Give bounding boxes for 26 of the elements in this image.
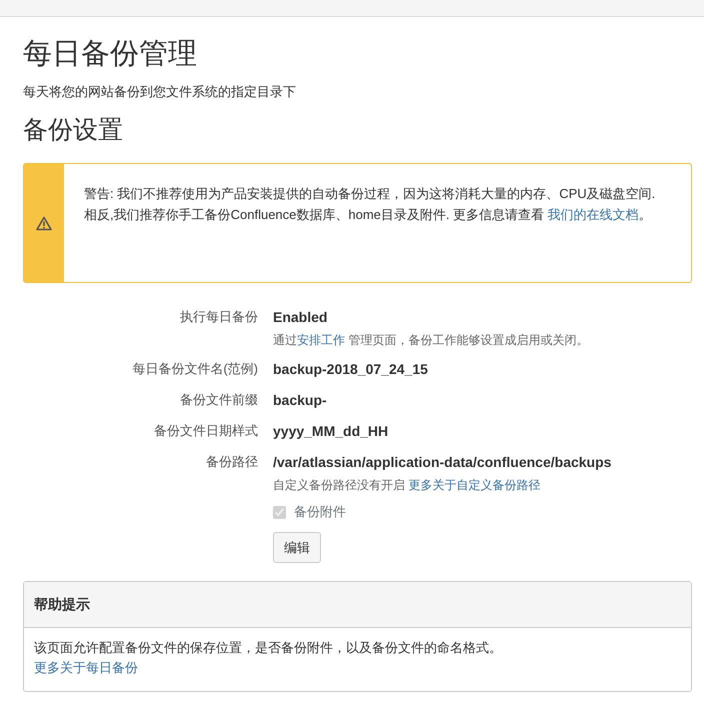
warning-text: 相反,我们推荐你手工备份Confluence数据库、home目录及附件. 更多信息请查看 我们的在线文档。 (84, 206, 653, 224)
page-description: 每天将您的网站备份到您文件系统的指定目录下 (23, 82, 297, 101)
help-text: 自定义备份路径没有开启 更多关于自定义备份路径 (273, 477, 542, 494)
help-text: 通过安排工作 管理页面，备份工作能够设置成启用或关闭。 (273, 332, 588, 350)
field-label: 每日备份文件名(范例) (131, 360, 259, 378)
field-label: 备份文件前缀 (179, 391, 259, 410)
warning-text: 警告: 我们不推荐使用为产品安装提供的自动备份过程，因为这将消耗大量的内存、CPU及磁盘空间. (84, 185, 656, 204)
field-label: 备份路径 (205, 453, 259, 472)
field-value: /var/atlassian/application-data/confluence/backups (273, 453, 612, 472)
warning-icon (36, 216, 52, 231)
link[interactable]: 安排工作 (297, 333, 345, 348)
field-label: 备份文件日期样式 (153, 422, 259, 440)
field-value: yyyy_MM_dd_HH (273, 422, 388, 442)
section-title: 备份设置 (23, 115, 124, 146)
field-label: 执行每日备份 (179, 308, 259, 326)
link[interactable]: 更多关于每日备份 (34, 660, 138, 676)
checkbox-label: 备份附件 (294, 503, 346, 522)
field-value: backup- (273, 391, 327, 410)
field-value: backup-2018_07_24_15 (273, 360, 428, 380)
page-title: 每日备份管理 (23, 37, 198, 72)
panel-header: 帮助提示 (24, 582, 691, 628)
field-value: Enabled (273, 308, 328, 328)
edit-button[interactable]: 编辑 (273, 532, 321, 564)
help-text: 该页面允许配置备份文件的保存位置，是否备份附件，以及备份文件的命名格式。 (34, 639, 503, 658)
link[interactable]: 我们的在线文档 (548, 207, 639, 222)
link[interactable]: 更多关于自定义备份路径 (408, 478, 540, 492)
